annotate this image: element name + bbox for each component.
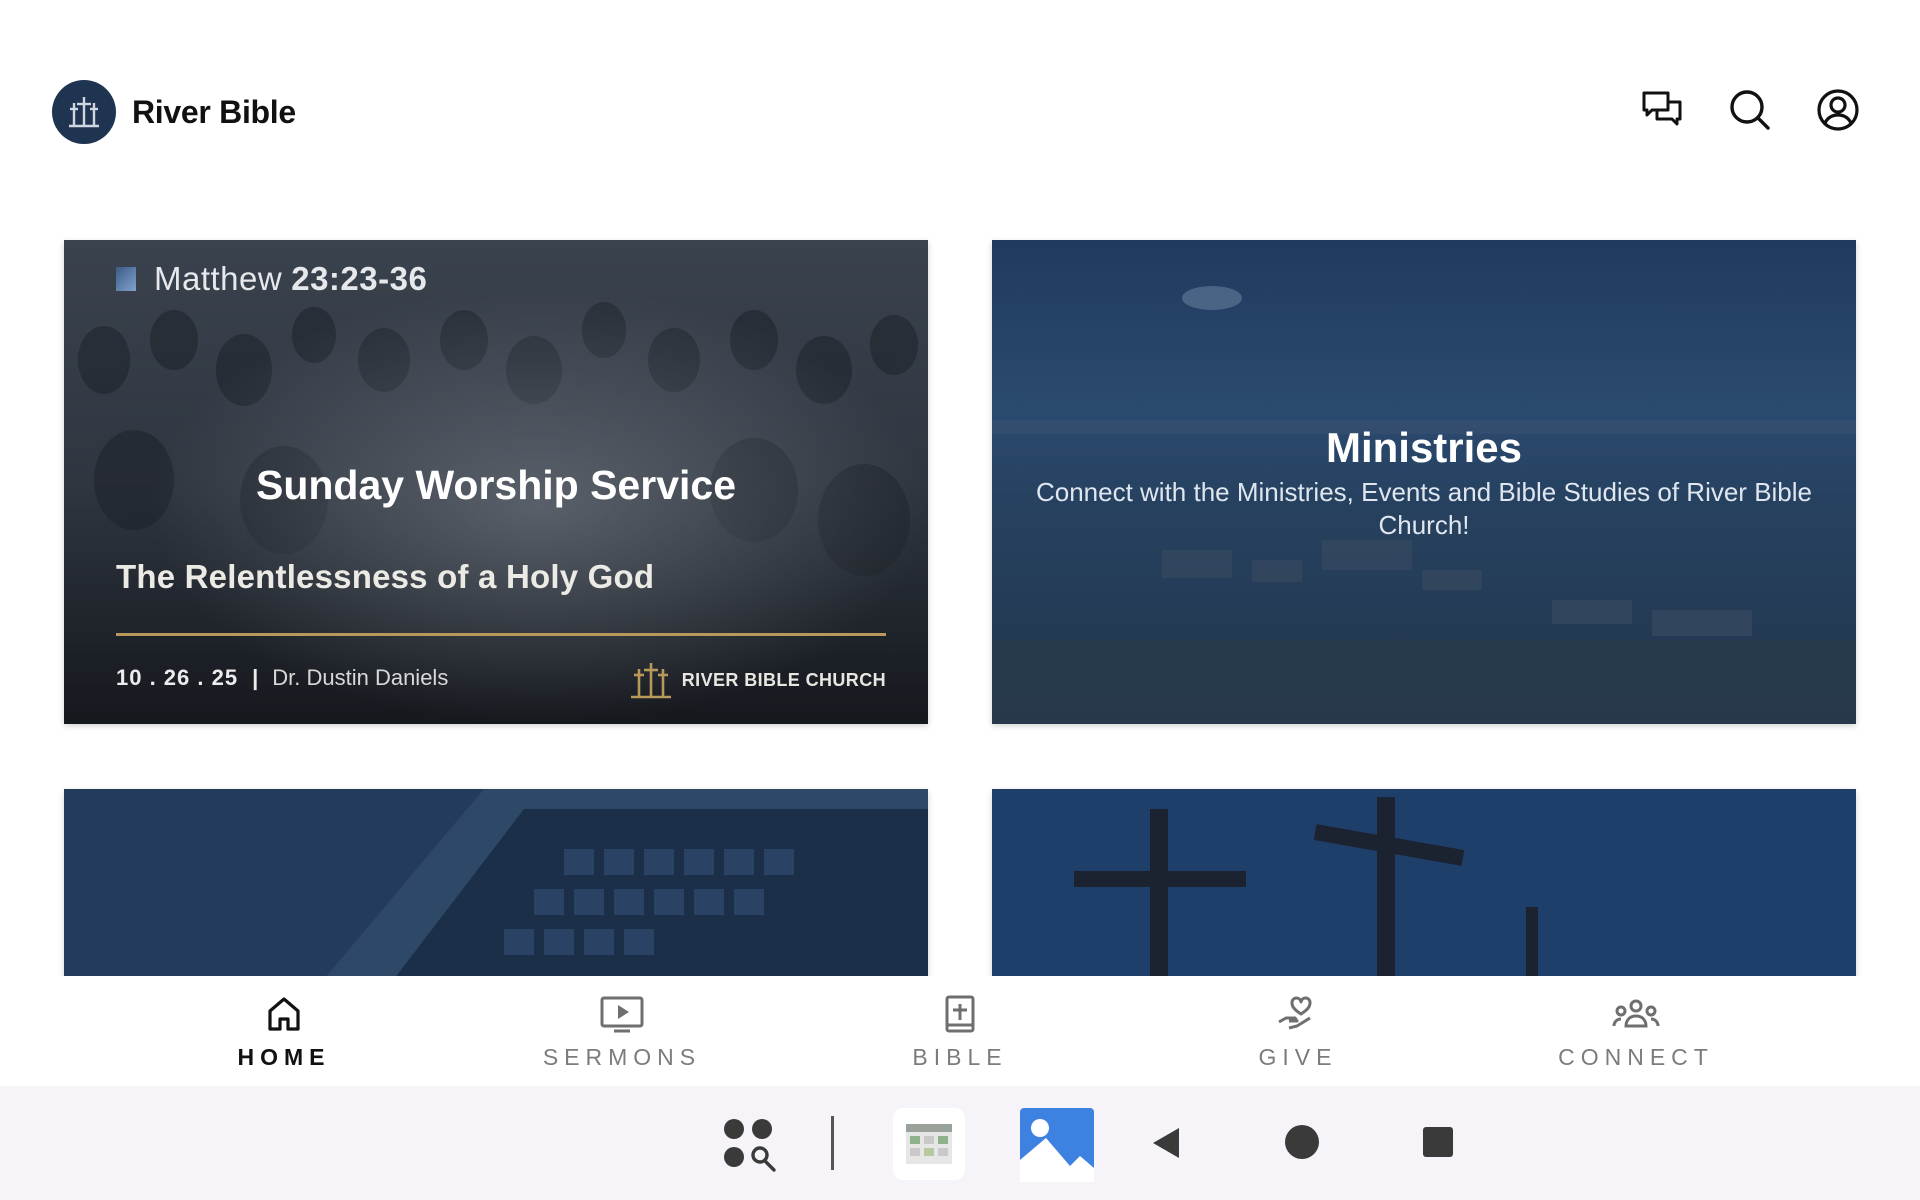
system-navigation-bar <box>0 1086 1920 1200</box>
meta-separator: | <box>252 665 259 690</box>
home-icon <box>268 997 300 1031</box>
account-icon[interactable] <box>1816 88 1860 132</box>
latest-sermon-card[interactable]: Matthew 23:23-36 Sunday Worship Service … <box>64 240 928 724</box>
brand[interactable]: River Bible <box>52 80 296 144</box>
app-name: River Bible <box>132 93 296 130</box>
chat-icon[interactable] <box>1640 88 1684 132</box>
crosses-background <box>992 789 1856 979</box>
nav-bible-label: BIBLE <box>912 1044 1008 1070</box>
taskbar-divider <box>831 1116 834 1170</box>
keyboard-background <box>64 789 928 979</box>
service-title: Sunday Worship Service <box>255 462 736 508</box>
speaker-name: Dr. Dustin Daniels <box>272 665 449 690</box>
nav-give-label: GIVE <box>1258 1044 1338 1070</box>
connect-people-icon <box>1612 999 1660 1028</box>
back-icon[interactable] <box>1146 1120 1186 1166</box>
resource-card[interactable] <box>64 789 928 979</box>
home-circle-icon[interactable] <box>1280 1120 1324 1164</box>
nav-sermons-label: SERMONS <box>542 1044 702 1070</box>
search-icon[interactable] <box>1728 88 1772 132</box>
scripture-book: Matthew <box>154 260 283 297</box>
give-hand-heart-icon <box>1278 996 1312 1030</box>
nav-give[interactable]: GIVE <box>1129 976 1467 1086</box>
sermon-title: The Relentlessness of a Holy God <box>116 558 655 595</box>
sermon-meta: 10 . 26 . 25 | Dr. Dustin Daniels <box>116 665 448 691</box>
calendar-app-icon[interactable] <box>893 1108 965 1180</box>
nav-home[interactable]: HOME <box>115 976 453 1086</box>
scripture-reference: Matthew 23:23-36 <box>116 260 427 298</box>
ministries-card[interactable]: Ministries Connect with the Ministries, … <box>992 240 1856 724</box>
nav-connect-label: CONNECT <box>1558 1044 1714 1070</box>
nav-connect[interactable]: CONNECT <box>1467 976 1805 1086</box>
crosses-card[interactable] <box>992 789 1856 979</box>
three-crosses-icon <box>630 663 671 699</box>
gold-divider <box>116 633 886 636</box>
bottom-navigation: HOME SERMONS BIBLE GIVE CONNECT <box>0 976 1920 1086</box>
gallery-app-icon[interactable] <box>1020 1108 1094 1182</box>
app-header: River Bible <box>0 0 1920 225</box>
bible-icon <box>945 995 975 1033</box>
ministries-description: Connect with the Ministries, Events and … <box>1035 477 1813 540</box>
nav-bible[interactable]: BIBLE <box>791 976 1129 1086</box>
app-drawer-search-icon[interactable] <box>722 1116 780 1174</box>
ministries-title: Ministries <box>1325 424 1523 471</box>
church-name: RIVER BIBLE CHURCH <box>681 669 886 690</box>
scripture-chapter: 23:23-36 <box>291 260 428 297</box>
sermon-date: 10 . 26 . 25 <box>116 665 239 690</box>
nav-home-label: HOME <box>237 1044 331 1070</box>
bookmark-icon <box>116 267 136 291</box>
nav-sermons[interactable]: SERMONS <box>453 976 791 1086</box>
sermons-play-icon <box>600 996 644 1033</box>
recents-icon[interactable] <box>1416 1120 1460 1164</box>
church-logo-icon <box>52 80 116 144</box>
church-watermark: RIVER BIBLE CHURCH <box>628 660 886 700</box>
header-actions <box>1640 88 1860 132</box>
